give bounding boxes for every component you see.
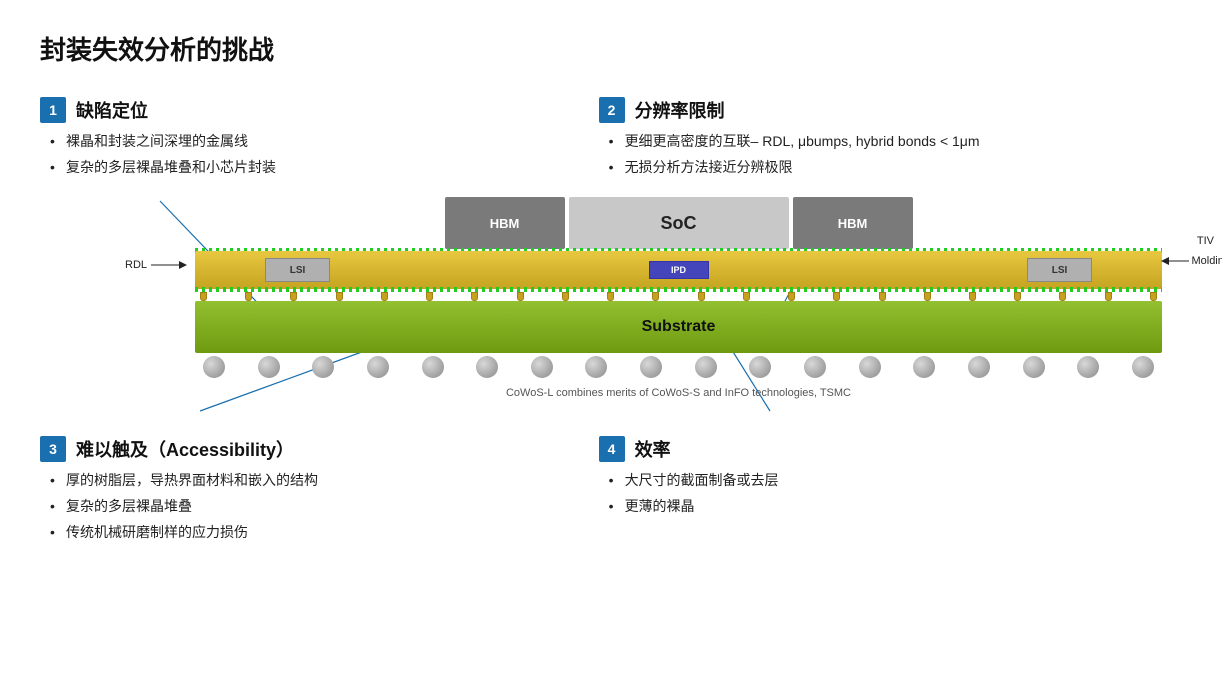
chip-diagram: HBM SoC HBM LSI IPD LSI bbox=[195, 191, 1162, 401]
section-3-header: 3 难以触及（Accessibility） bbox=[40, 436, 579, 462]
section-4-bullet-1: 大尺寸的截面制备或去层 bbox=[609, 470, 1182, 491]
section-3-bullet-2: 复杂的多层裸晶堆叠 bbox=[50, 496, 579, 517]
section-1-title: 缺陷定位 bbox=[76, 97, 148, 123]
badge-2: 2 bbox=[599, 97, 625, 123]
page-title: 封装失效分析的挑战 bbox=[40, 30, 1182, 67]
soc-chip: SoC bbox=[569, 197, 789, 249]
bottom-section: 3 难以触及（Accessibility） 厚的树脂层，导热界面材料和嵌入的结构… bbox=[40, 436, 1182, 548]
section-1-header: 1 缺陷定位 bbox=[40, 97, 579, 123]
section-4-bullet-2: 更薄的裸晶 bbox=[609, 496, 1182, 517]
section-3-bullet-1: 厚的树脂层，导热界面材料和嵌入的结构 bbox=[50, 470, 579, 491]
lsi-left: LSI bbox=[265, 258, 330, 282]
solder-balls bbox=[203, 354, 1154, 380]
hbm-chip-left: HBM bbox=[445, 197, 565, 249]
substrate-label: Substrate bbox=[642, 318, 716, 336]
badge-4: 4 bbox=[599, 436, 625, 462]
section-4-title: 效率 bbox=[635, 436, 671, 462]
section-2-bullet-2: 无损分析方法接近分辨极限 bbox=[609, 157, 1182, 178]
section-1: 1 缺陷定位 裸晶和封装之间深埋的金属线 复杂的多层裸晶堆叠和小芯片封装 bbox=[40, 97, 579, 183]
tiv-label: TIV bbox=[1197, 235, 1214, 247]
micro-bumps bbox=[200, 291, 1157, 301]
interposer-layer: LSI IPD LSI bbox=[195, 251, 1162, 289]
section-4-header: 4 效率 bbox=[599, 436, 1182, 462]
section-4: 4 效率 大尺寸的截面制备或去层 更薄的裸晶 bbox=[599, 436, 1182, 548]
section-4-bullets: 大尺寸的截面制备或去层 更薄的裸晶 bbox=[599, 470, 1182, 517]
section-2-title: 分辨率限制 bbox=[635, 97, 725, 123]
chip-row: HBM SoC HBM bbox=[255, 191, 1102, 249]
section-1-bullet-1: 裸晶和封装之间深埋的金属线 bbox=[50, 131, 579, 152]
rdl-label: RDL bbox=[125, 259, 191, 271]
section-3: 3 难以触及（Accessibility） 厚的树脂层，导热界面材料和嵌入的结构… bbox=[40, 436, 579, 548]
section-2-bullets: 更细更高密度的互联– RDL, μbumps, hybrid bonds < 1… bbox=[599, 131, 1182, 178]
hbm-chip-right: HBM bbox=[793, 197, 913, 249]
lsi-right: LSI bbox=[1027, 258, 1092, 282]
molding-label: Molding bbox=[1159, 255, 1222, 267]
section-2: 2 分辨率限制 更细更高密度的互联– RDL, μbumps, hybrid b… bbox=[599, 97, 1182, 183]
ipd-block: IPD bbox=[649, 261, 709, 279]
content-area: 1 缺陷定位 裸晶和封装之间深埋的金属线 复杂的多层裸晶堆叠和小芯片封装 2 分… bbox=[40, 97, 1182, 548]
section-3-bullet-3: 传统机械研磨制样的应力损伤 bbox=[50, 522, 579, 543]
section-3-bullets: 厚的树脂层，导热界面材料和嵌入的结构 复杂的多层裸晶堆叠 传统机械研磨制样的应力… bbox=[40, 470, 579, 543]
section-2-header: 2 分辨率限制 bbox=[599, 97, 1182, 123]
substrate-layer: Substrate bbox=[195, 301, 1162, 353]
diagram-caption: CoWoS-L combines merits of CoWoS-S and I… bbox=[195, 387, 1162, 399]
section-1-bullets: 裸晶和封装之间深埋的金属线 复杂的多层裸晶堆叠和小芯片封装 bbox=[40, 131, 579, 178]
badge-3: 3 bbox=[40, 436, 66, 462]
section-3-title: 难以触及（Accessibility） bbox=[76, 436, 294, 462]
section-1-bullet-2: 复杂的多层裸晶堆叠和小芯片封装 bbox=[50, 157, 579, 178]
section-2-bullet-1: 更细更高密度的互联– RDL, μbumps, hybrid bonds < 1… bbox=[609, 131, 1182, 152]
badge-1: 1 bbox=[40, 97, 66, 123]
